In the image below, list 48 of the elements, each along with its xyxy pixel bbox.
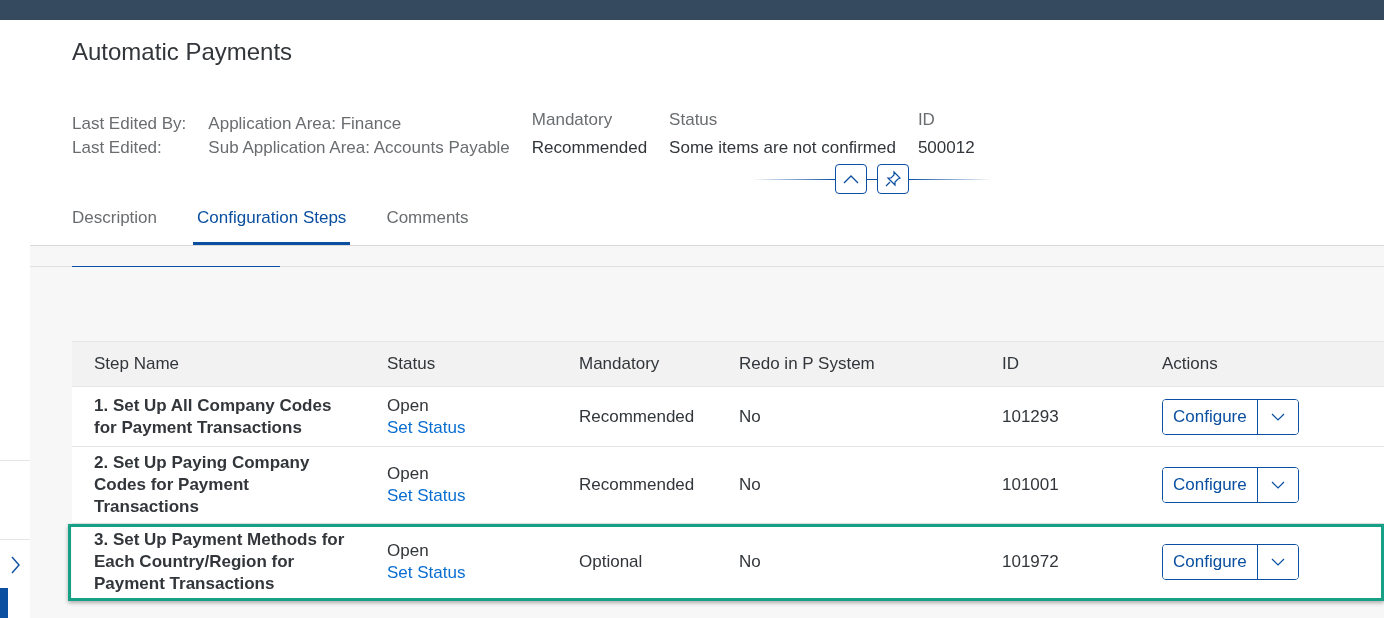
- area-text: Application Area: Finance: [208, 113, 403, 135]
- tab[interactable]: Comments: [386, 198, 469, 245]
- status-text: Open: [387, 463, 430, 485]
- table-cell-text: 101293: [1002, 406, 1060, 427]
- configure-button[interactable]: Configure: [1163, 545, 1258, 579]
- table-cell-text: Recommended: [579, 406, 696, 427]
- step-name: 3. Set Up Payment Methods for Each Country/Region for Payment Transactions: [94, 529, 346, 595]
- column-header: Mandatory: [579, 354, 661, 374]
- configure-button[interactable]: Configure: [1163, 399, 1258, 434]
- facet-label: Mandatory: [531, 109, 614, 131]
- column-header: ID: [1002, 354, 1020, 374]
- table-cell-text: No: [739, 552, 762, 572]
- step-name: 2. Set Up Paying Company Codes for Payment Transactions: [94, 452, 311, 518]
- area-text: Sub Application Area: Accounts Payable: [208, 137, 510, 159]
- table-cell-text: 101972: [1002, 552, 1060, 572]
- facet-label: Status: [669, 109, 719, 131]
- page-title: Automatic Payments: [72, 38, 294, 66]
- table-cell-text: No: [739, 406, 762, 427]
- table-cell-text: No: [739, 475, 762, 495]
- table-cell-text: 101001: [1002, 475, 1060, 495]
- column-header: Actions: [1162, 354, 1219, 374]
- pin-icon: [884, 170, 902, 188]
- set-status-link[interactable]: Set Status: [387, 416, 579, 439]
- facet-value: Recommended: [531, 137, 648, 159]
- column-header: Status: [387, 354, 437, 374]
- facet-value: 500012: [917, 137, 975, 159]
- collapse-button[interactable]: [835, 164, 867, 194]
- status-text: Open: [387, 394, 430, 417]
- column-header: Step Name: [94, 354, 181, 374]
- status-text: Open: [387, 540, 430, 562]
- tab[interactable]: Description: [72, 198, 158, 245]
- table-cell-text: Recommended: [579, 475, 696, 495]
- column-header: Redo in P System: [739, 354, 876, 374]
- table-cell-text: Optional: [579, 552, 644, 572]
- step-name: 1. Set Up All Company Codes for Payment Transactions: [94, 394, 333, 439]
- chevron-down-icon: [1270, 481, 1285, 489]
- meta-label: Last Edited By:: [72, 113, 187, 135]
- chevron-down-icon: [1270, 558, 1285, 566]
- configure-button[interactable]: Configure: [1163, 468, 1258, 502]
- meta-label: Last Edited:: [72, 137, 163, 159]
- set-status-link[interactable]: Set Status: [387, 485, 579, 507]
- facet-value: Some items are not confirmed: [669, 137, 896, 159]
- set-status-link[interactable]: Set Status: [387, 562, 579, 584]
- chevron-right-icon[interactable]: [10, 556, 20, 574]
- chevron-up-icon: [843, 174, 859, 184]
- chevron-down-icon: [1270, 412, 1285, 421]
- facet-label: ID: [917, 109, 936, 131]
- pin-button[interactable]: [877, 164, 909, 194]
